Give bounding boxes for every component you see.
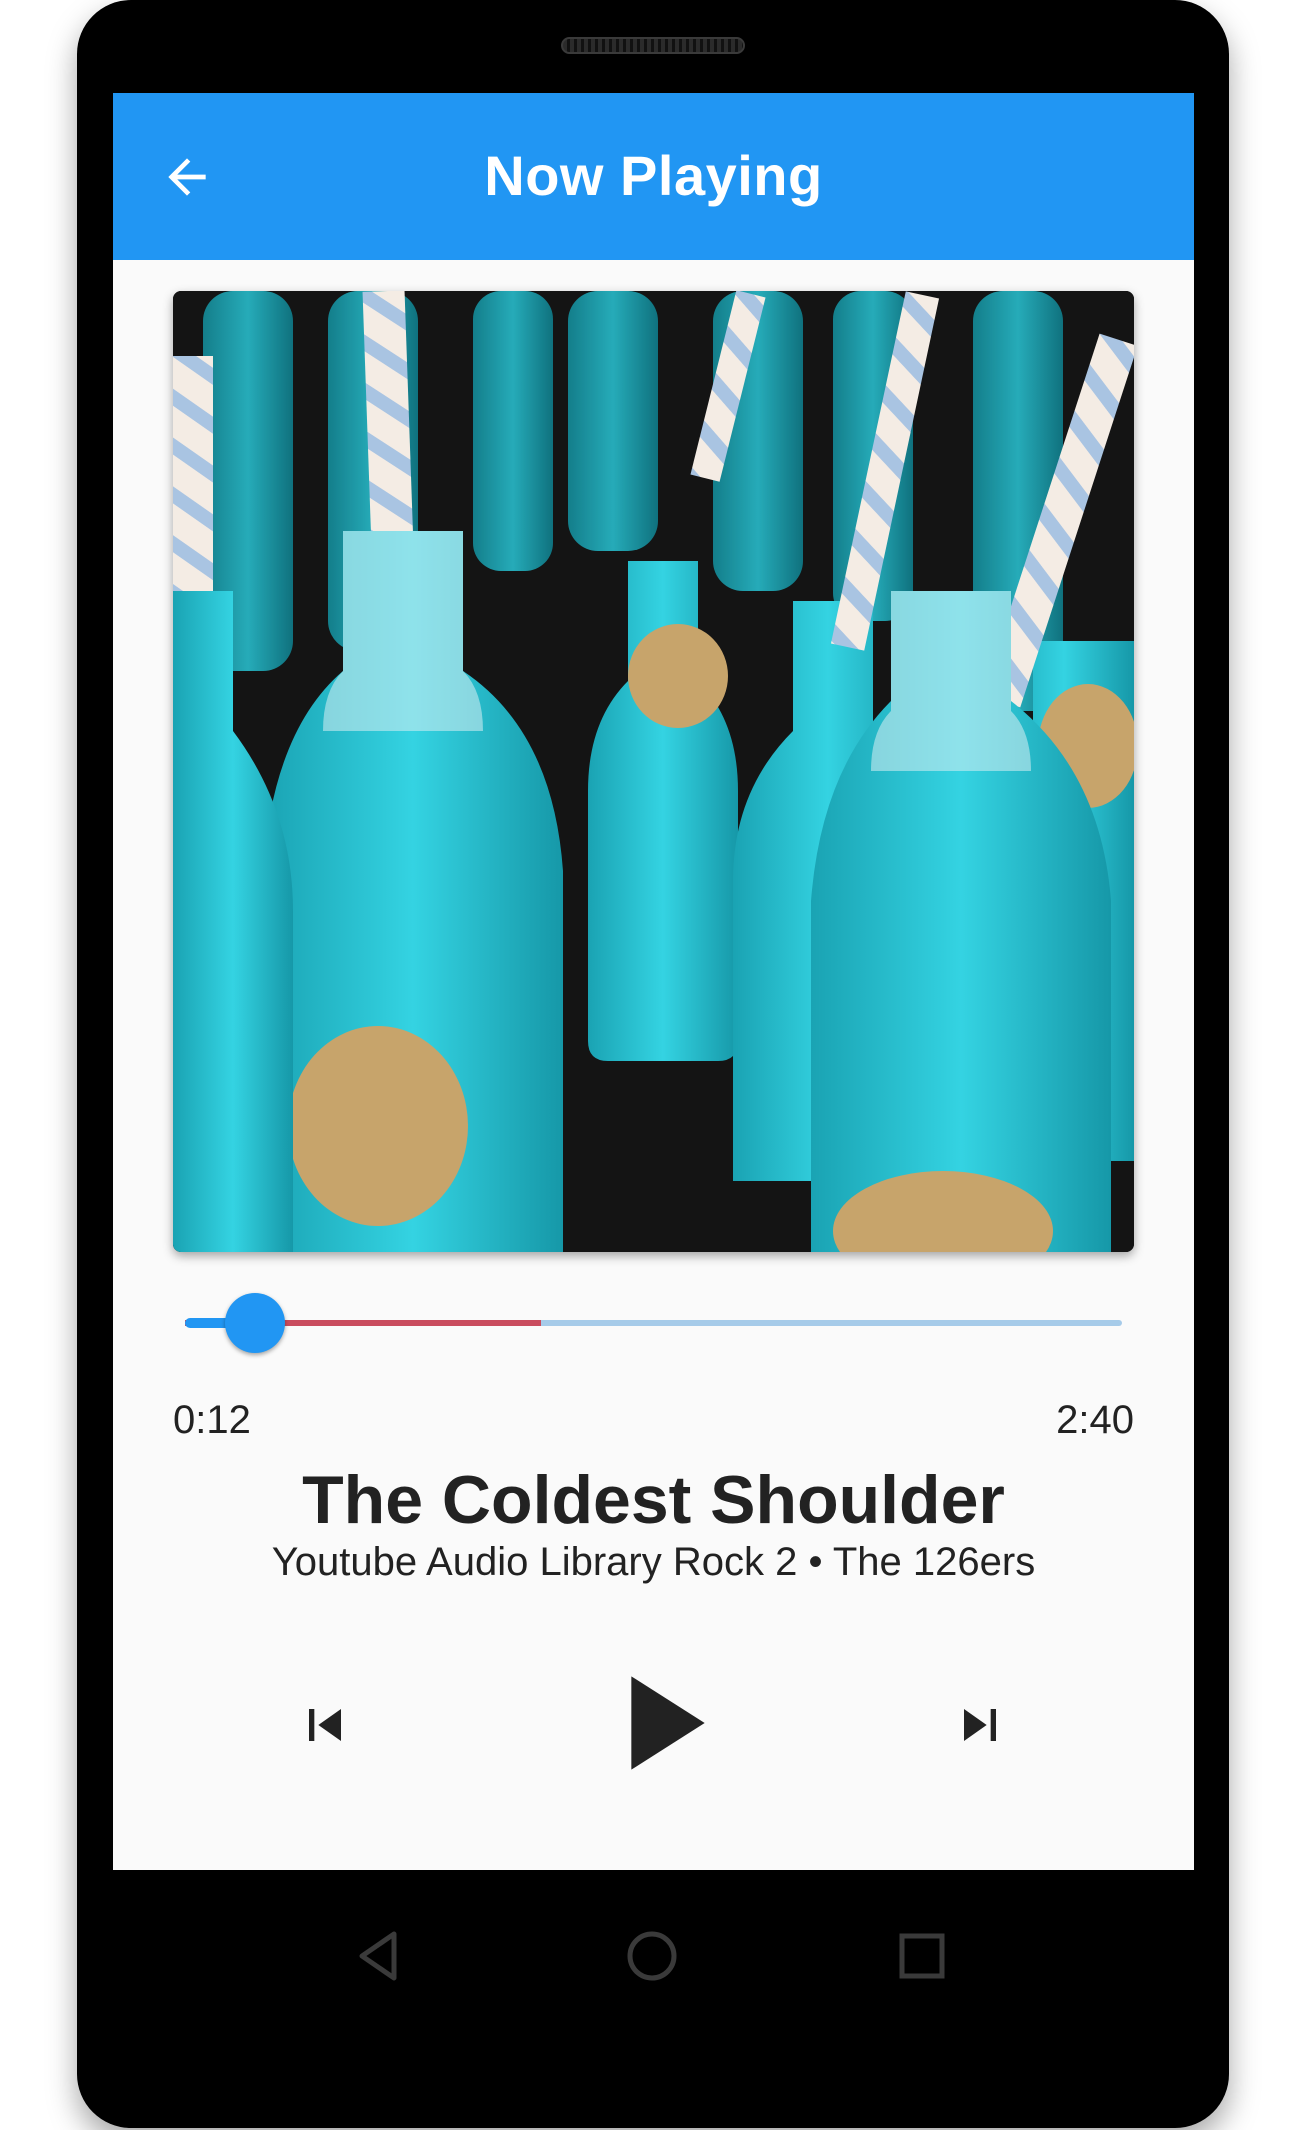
- nav-recents-icon: [899, 1933, 945, 1979]
- seek-thumb[interactable]: [225, 1293, 286, 1353]
- app-screen: Now Playing 0:12 2:40 The Coldest Should…: [113, 93, 1194, 1870]
- total-duration: 2:40: [1056, 1398, 1134, 1442]
- elapsed-time: 0:12: [173, 1398, 251, 1442]
- skip-next-icon: [964, 1709, 996, 1741]
- earpiece-speaker: [561, 37, 745, 54]
- skip-previous-icon: [309, 1709, 341, 1741]
- nav-home-button[interactable]: [610, 1914, 694, 1998]
- nav-back-icon: [359, 1931, 397, 1981]
- album-art-image: [173, 291, 1134, 1252]
- nav-recents-button[interactable]: [880, 1914, 964, 1998]
- nav-home-icon: [627, 1931, 677, 1981]
- play-icon: [631, 1676, 705, 1770]
- next-button[interactable]: [938, 1683, 1022, 1767]
- seek-bar[interactable]: [173, 1283, 1134, 1363]
- previous-button[interactable]: [283, 1683, 367, 1767]
- track-title: The Coldest Shoulder: [302, 1462, 1005, 1538]
- system-nav-bar: [113, 1870, 1194, 2042]
- album-art: [173, 291, 1134, 1252]
- play-button[interactable]: [578, 1643, 738, 1803]
- app-bar: Now Playing: [113, 93, 1194, 260]
- nav-back-button[interactable]: [336, 1914, 420, 1998]
- track-subtitle: Youtube Audio Library Rock 2 • The 126er…: [271, 1540, 1036, 1584]
- page-title: Now Playing: [484, 144, 823, 207]
